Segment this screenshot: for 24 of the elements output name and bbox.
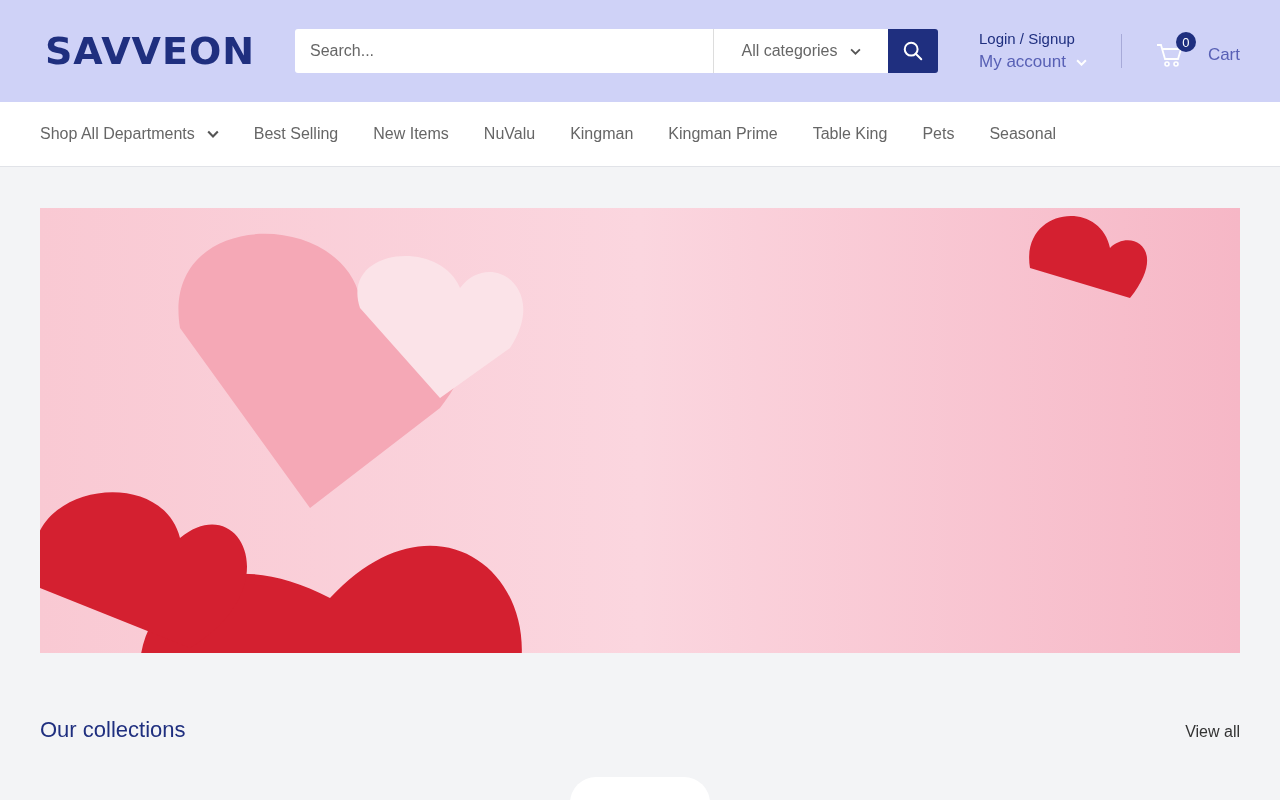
nav-link[interactable]: Kingman Prime bbox=[668, 125, 778, 143]
search-icon bbox=[902, 40, 924, 62]
chevron-down-icon bbox=[849, 47, 861, 55]
nav-link[interactable]: New Items bbox=[373, 125, 449, 143]
section-title: Our collections bbox=[40, 717, 186, 743]
cart-count-badge: 0 bbox=[1175, 32, 1196, 52]
nav-link[interactable]: Shop All Departments bbox=[40, 125, 219, 143]
search-field[interactable]: Search... bbox=[295, 29, 714, 73]
chevron-down-icon bbox=[206, 130, 219, 138]
logo[interactable]: SAVVEON bbox=[45, 29, 255, 73]
nav-link[interactable]: NuValu bbox=[483, 125, 536, 143]
category-dropdown[interactable]: All categories bbox=[714, 29, 888, 73]
account-menu[interactable]: My account bbox=[979, 52, 1087, 72]
nav-link[interactable]: Pets bbox=[922, 125, 955, 143]
login-link[interactable]: Login / Signup bbox=[979, 30, 1087, 47]
nav-link[interactable]: Best Selling bbox=[253, 125, 339, 143]
chevron-down-icon bbox=[1075, 58, 1087, 66]
view-all-link[interactable]: View all bbox=[1185, 723, 1240, 741]
nav-link[interactable]: Seasonal bbox=[989, 125, 1057, 143]
nav-link[interactable]: Kingman bbox=[570, 125, 634, 143]
nav-link[interactable]: Table King bbox=[812, 125, 888, 143]
search-button[interactable] bbox=[888, 29, 938, 73]
cart-link[interactable]: 0 Cart bbox=[1155, 30, 1240, 72]
cart-icon bbox=[1155, 42, 1184, 68]
